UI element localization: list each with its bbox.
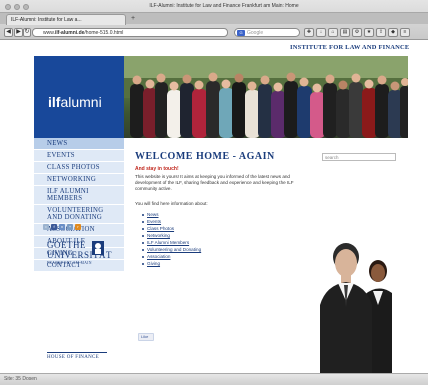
close-window-button[interactable]	[5, 4, 11, 10]
browser-toolbar: ◀ ▶ ↻ www.ilf-alumni.de/home-515.0.html …	[0, 25, 428, 40]
goethe-emblem-icon	[92, 241, 104, 255]
bookmark-icon[interactable]: ✚	[304, 28, 314, 37]
list-item[interactable]: Class Photos	[141, 225, 201, 232]
url-prefix: www.	[43, 30, 55, 36]
hof-text: HOUSE OF FINANCE	[47, 355, 100, 360]
site-logo[interactable]: ilfalumni	[34, 56, 124, 138]
list-item[interactable]: Volunteering and Donating	[141, 246, 201, 253]
page-icon[interactable]: ▤	[340, 28, 350, 37]
lead-text: And stay in touch!	[135, 166, 179, 172]
url-domain: ilf-alumni.de	[54, 30, 85, 36]
share-icon[interactable]: ⇪	[376, 28, 386, 37]
toolbar-icons: ✚ ↓ ⌂ ▤ ⚙ ★ ⇪ ◆ ≡	[304, 28, 410, 37]
institute-link[interactable]: INSTITUTE FOR LAW AND FINANCE	[290, 44, 409, 51]
goethe-university-logo[interactable]: GOETHE UNIVERSITÄT FRANKFURT AM MAIN	[47, 240, 112, 280]
web-page: INSTITUTE FOR LAW AND FINANCE ilfalumni	[0, 40, 428, 373]
nav-label: ILF ALUMNI	[47, 188, 89, 195]
reload-icon[interactable]: ↻	[23, 28, 31, 37]
nav-label: CLASS PHOTOS	[47, 164, 100, 171]
list-item[interactable]: Events	[141, 218, 201, 225]
link-association[interactable]: Association	[147, 254, 171, 259]
nav-item-class-photos[interactable]: CLASS PHOTOS	[34, 162, 124, 174]
link-class-photos[interactable]: Class Photos	[147, 226, 174, 231]
house-of-finance-logo[interactable]: HOUSE OF FINANCE	[47, 352, 107, 360]
minimize-window-button[interactable]	[14, 4, 20, 10]
nav-item-volunteering[interactable]: VOLUNTEERING AND DONATING	[34, 205, 124, 224]
browser-status-bar: Site: 35 Dosen	[0, 373, 428, 385]
settings-icon[interactable]: ⚙	[352, 28, 362, 37]
xing-icon[interactable]: x	[59, 224, 65, 230]
window-title: ILF-Alumni: Institute for Law and Financ…	[149, 3, 299, 9]
nav-item-ilf-alumni-members[interactable]: ILF ALUMNI MEMBERS	[34, 186, 124, 205]
list-item[interactable]: Networking	[141, 232, 201, 239]
window-controls	[5, 4, 29, 10]
list-item[interactable]: Association	[141, 253, 201, 260]
social-icons: • f x + r	[43, 224, 81, 230]
facebook-like-button[interactable]: Like	[138, 333, 154, 341]
list-item[interactable]: News	[141, 211, 201, 218]
nav-label: EVENTS	[47, 152, 75, 159]
list-item[interactable]: ILF Alumni Members	[141, 239, 201, 246]
menu-icon[interactable]: ≡	[400, 28, 410, 37]
goethe-subtitle: FRANKFURT AM MAIN	[47, 261, 92, 265]
browser-chrome: ILF-Alumni: Institute for Law and Financ…	[0, 0, 428, 40]
nav-item-events[interactable]: EVENTS	[34, 150, 124, 162]
link-events[interactable]: Events	[147, 219, 161, 224]
tab-bar: ILF-Alumni: Institute for Law a... +	[0, 12, 428, 25]
hof-divider	[47, 352, 107, 353]
nav-label: NEWS	[47, 140, 68, 147]
google-icon: G	[237, 30, 245, 36]
star-icon[interactable]: ★	[364, 28, 374, 37]
search-placeholder: search	[325, 155, 339, 160]
portrait-illustration	[320, 243, 392, 373]
nav-label-line2: AND DONATING	[47, 214, 103, 221]
nav-label: VOLUNTEERING	[47, 207, 104, 214]
intro-paragraph: This website is yours! It aims at keepin…	[135, 174, 294, 191]
new-tab-icon[interactable]: +	[128, 15, 138, 24]
browser-search-input[interactable]: G Google	[234, 28, 300, 37]
logo-prefix: ilf	[48, 94, 61, 110]
url-path: /home-515.0.html	[84, 30, 124, 36]
nav-label: NETWORKING	[47, 176, 97, 183]
home-icon[interactable]: ⌂	[328, 28, 338, 37]
link-networking[interactable]: Networking	[147, 233, 170, 238]
group-photo-illustration	[124, 56, 408, 138]
alumni-portrait-image	[320, 235, 392, 373]
browser-tab[interactable]: ILF-Alumni: Institute for Law a...	[6, 14, 126, 25]
share-social-icon[interactable]: •	[43, 224, 49, 230]
link-volunteering[interactable]: Volunteering and Donating	[147, 247, 201, 252]
nav-label-line2: MEMBERS	[47, 195, 83, 202]
header-group-photo	[124, 56, 408, 138]
page-title: WELCOME HOME - AGAIN	[135, 151, 275, 162]
nav-item-news[interactable]: NEWS	[34, 138, 124, 150]
logo-suffix: alumni	[60, 94, 102, 110]
rss-icon[interactable]: r	[75, 224, 81, 230]
browser-search-placeholder: Google	[247, 30, 264, 36]
list-item[interactable]: Giving	[141, 260, 201, 267]
link-news[interactable]: News	[147, 212, 159, 217]
nav-item-networking[interactable]: NETWORKING	[34, 174, 124, 186]
logo-text: ilfalumni	[48, 94, 102, 110]
find-text: You will find here information about:	[135, 201, 208, 206]
content-links: News Events Class Photos Networking ILF …	[141, 211, 201, 267]
facebook-icon[interactable]: f	[51, 224, 57, 230]
link-ilf-alumni-members[interactable]: ILF Alumni Members	[147, 240, 189, 245]
download-icon[interactable]: ↓	[316, 28, 326, 37]
zoom-window-button[interactable]	[23, 4, 29, 10]
forward-icon[interactable]: ▶	[14, 28, 23, 37]
plus-icon[interactable]: +	[67, 224, 73, 230]
like-label: Like	[141, 334, 149, 339]
extension-icon[interactable]: ◆	[388, 28, 398, 37]
back-icon[interactable]: ◀	[4, 28, 13, 37]
link-giving[interactable]: Giving	[147, 261, 160, 266]
address-bar[interactable]: www.ilf-alumni.de/home-515.0.html	[32, 28, 228, 37]
site-search-input[interactable]: search	[322, 153, 396, 161]
